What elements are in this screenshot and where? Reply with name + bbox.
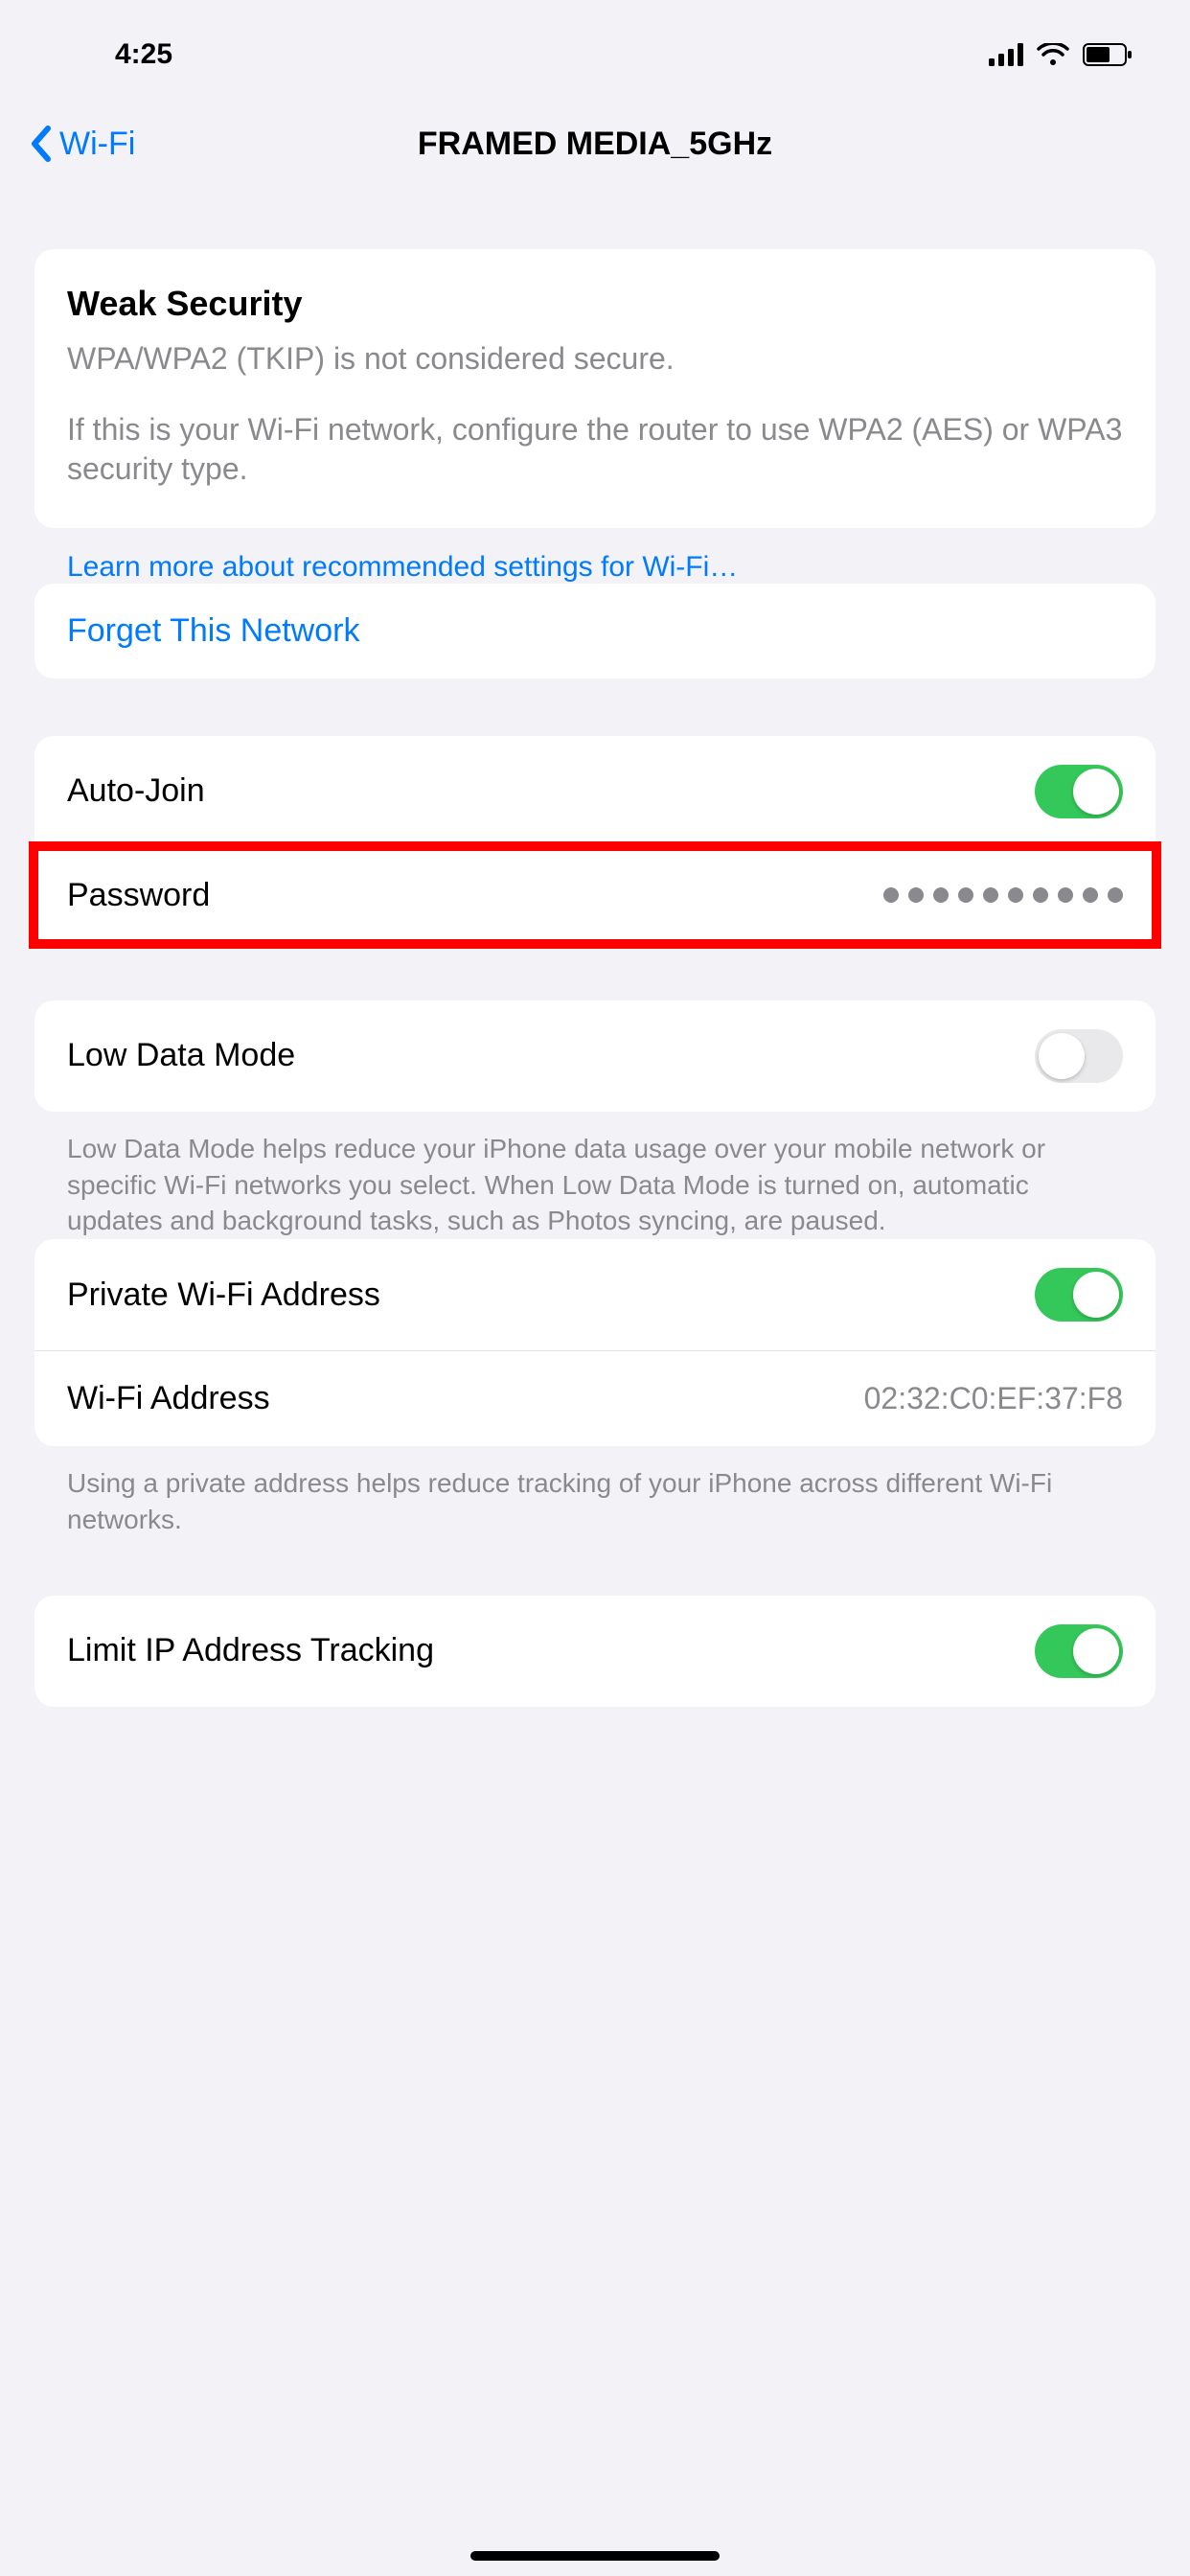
low-data-row[interactable]: Low Data Mode	[34, 1000, 1156, 1112]
password-row[interactable]: Password	[34, 847, 1156, 943]
status-bar: 4:25	[0, 0, 1190, 86]
auto-join-toggle[interactable]	[1035, 765, 1123, 818]
home-indicator	[470, 2551, 720, 2561]
forget-group: Forget This Network	[34, 584, 1156, 678]
status-right	[989, 43, 1133, 66]
low-data-toggle[interactable]	[1035, 1029, 1123, 1083]
chevron-left-icon	[29, 125, 52, 163]
security-card: Weak Security WPA/WPA2 (TKIP) is not con…	[34, 249, 1156, 528]
nav-bar: Wi-Fi FRAMED MEDIA_5GHz	[0, 86, 1190, 201]
learn-more-link[interactable]: Learn more about recommended settings fo…	[67, 551, 1156, 584]
limit-ip-group: Limit IP Address Tracking	[34, 1596, 1156, 1707]
back-label: Wi-Fi	[59, 126, 135, 163]
status-time: 4:25	[115, 38, 172, 71]
security-line1: WPA/WPA2 (TKIP) is not considered secure…	[67, 339, 1123, 380]
join-group: Auto-Join Password	[34, 736, 1156, 943]
wifi-address-label: Wi-Fi Address	[67, 1380, 270, 1417]
password-dots	[883, 887, 1123, 903]
limit-ip-toggle[interactable]	[1035, 1624, 1123, 1678]
forget-network-button[interactable]: Forget This Network	[34, 584, 1156, 678]
private-address-row[interactable]: Private Wi-Fi Address	[34, 1239, 1156, 1350]
back-button[interactable]: Wi-Fi	[29, 125, 135, 163]
limit-ip-label: Limit IP Address Tracking	[67, 1632, 434, 1669]
wifi-address-row: Wi-Fi Address 02:32:C0:EF:37:F8	[34, 1350, 1156, 1446]
cellular-icon	[989, 43, 1023, 66]
page-title: FRAMED MEDIA_5GHz	[418, 126, 772, 163]
limit-ip-row[interactable]: Limit IP Address Tracking	[34, 1596, 1156, 1707]
wifi-address-value: 02:32:C0:EF:37:F8	[864, 1381, 1123, 1416]
low-data-footer: Low Data Mode helps reduce your iPhone d…	[67, 1131, 1123, 1239]
security-body: WPA/WPA2 (TKIP) is not considered secure…	[67, 339, 1123, 490]
low-data-label: Low Data Mode	[67, 1037, 295, 1074]
security-title: Weak Security	[67, 284, 1123, 324]
wifi-icon	[1037, 43, 1069, 66]
battery-icon	[1083, 43, 1133, 66]
private-address-toggle[interactable]	[1035, 1268, 1123, 1322]
auto-join-row[interactable]: Auto-Join	[34, 736, 1156, 847]
password-label: Password	[67, 877, 210, 914]
private-address-footer: Using a private address helps reduce tra…	[67, 1465, 1123, 1538]
private-address-label: Private Wi-Fi Address	[67, 1276, 380, 1314]
private-address-group: Private Wi-Fi Address Wi-Fi Address 02:3…	[34, 1239, 1156, 1446]
auto-join-label: Auto-Join	[67, 772, 205, 810]
security-line2: If this is your Wi-Fi network, configure…	[67, 410, 1123, 490]
low-data-group: Low Data Mode	[34, 1000, 1156, 1112]
